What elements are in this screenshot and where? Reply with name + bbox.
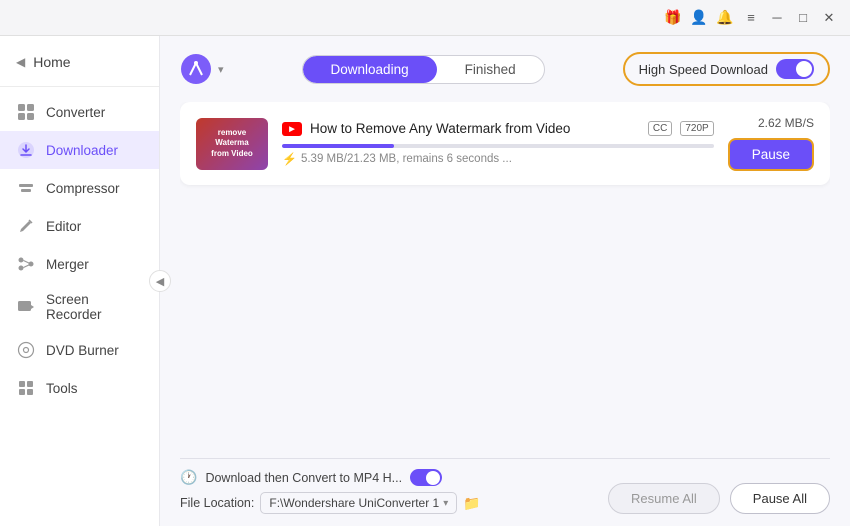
cc-badge: CC [648, 121, 672, 136]
dvd-burner-icon [16, 340, 36, 360]
sidebar-item-editor[interactable]: Editor [0, 207, 159, 245]
home-label: Home [33, 54, 70, 70]
thumbnail-text: removeWatermafrom Video [207, 124, 257, 163]
bell-icon[interactable]: 🔔 [716, 9, 734, 27]
progress-info: ⚡ 5.39 MB/21.23 MB, remains 6 seconds ..… [282, 152, 714, 166]
bottom-area: 🕐 Download then Convert to MP4 H... File… [180, 458, 830, 526]
convert-toggle[interactable] [410, 469, 442, 486]
thumbnail: removeWatermafrom Video [196, 118, 268, 170]
pause-button[interactable]: Pause [728, 138, 814, 171]
sidebar: ◀ Home Converter [0, 36, 160, 526]
youtube-badge-text: ▶ [289, 125, 294, 133]
download-speed: 2.62 MB/S [758, 116, 814, 130]
sidebar-item-downloader[interactable]: Downloader [0, 131, 159, 169]
download-info: ▶ How to Remove Any Watermark from Video… [282, 121, 714, 166]
sidebar-item-tools[interactable]: Tools [0, 369, 159, 407]
sidebar-item-converter[interactable]: Converter [0, 93, 159, 131]
resolution-badge: 720P [680, 121, 713, 136]
high-speed-toggle[interactable] [776, 59, 814, 79]
resume-all-button[interactable]: Resume All [608, 483, 720, 514]
file-location-label: File Location: [180, 496, 254, 510]
compressor-label: Compressor [46, 181, 120, 196]
table-row: removeWatermafrom Video ▶ How to Remove … [180, 102, 830, 185]
main-content: ▾ Downloading Finished High Speed Downlo… [160, 36, 850, 526]
download-title: How to Remove Any Watermark from Video [310, 121, 640, 136]
tools-label: Tools [46, 381, 78, 396]
mini-knob [426, 471, 440, 485]
compressor-icon [16, 178, 36, 198]
high-speed-label: High Speed Download [639, 62, 768, 77]
menu-icon[interactable]: ≡ [742, 9, 760, 27]
converter-icon [16, 102, 36, 122]
merger-label: Merger [46, 257, 89, 272]
convert-row: 🕐 Download then Convert to MP4 H... [180, 469, 608, 486]
folder-icon[interactable]: 📁 [463, 495, 480, 512]
gift-icon[interactable]: 🎁 [664, 9, 682, 27]
high-speed-area: High Speed Download [623, 52, 830, 86]
app-body: ◀ Home Converter [0, 36, 850, 526]
top-bar: ▾ Downloading Finished High Speed Downlo… [180, 52, 830, 86]
tab-switcher: Downloading Finished [302, 55, 545, 84]
sidebar-item-merger[interactable]: Merger [0, 245, 159, 283]
sidebar-collapse-button[interactable]: ◀ [149, 270, 171, 292]
logo-area: ▾ [180, 53, 224, 85]
editor-label: Editor [46, 219, 81, 234]
editor-icon [16, 216, 36, 236]
converter-label: Converter [46, 105, 105, 120]
user-icon[interactable]: 👤 [690, 9, 708, 27]
sidebar-divider [0, 86, 159, 87]
screen-recorder-label: Screen Recorder [46, 292, 143, 322]
logo-chevron-icon: ▾ [218, 63, 224, 76]
clock-icon: 🕐 [180, 469, 197, 486]
file-path-text: F:\Wondershare UniConverter 1 [269, 496, 439, 510]
file-location-row: File Location: F:\Wondershare UniConvert… [180, 492, 608, 514]
progress-text: 5.39 MB/21.23 MB, remains 6 seconds ... [301, 153, 512, 165]
youtube-badge: ▶ [282, 122, 302, 136]
tab-downloading[interactable]: Downloading [303, 56, 437, 83]
download-list: removeWatermafrom Video ▶ How to Remove … [180, 102, 830, 458]
minimize-icon[interactable]: ─ [768, 9, 786, 27]
path-chevron-icon: ▾ [443, 498, 448, 509]
sidebar-item-dvd-burner[interactable]: DVD Burner [0, 331, 159, 369]
tools-icon [16, 378, 36, 398]
toggle-knob [796, 61, 812, 77]
close-icon[interactable]: ✕ [820, 9, 838, 27]
progress-bar [282, 144, 714, 148]
convert-label: Download then Convert to MP4 H... [205, 471, 402, 485]
downloader-icon [16, 140, 36, 160]
tab-finished[interactable]: Finished [437, 56, 544, 83]
back-arrow-icon: ◀ [16, 55, 25, 69]
sidebar-item-home[interactable]: ◀ Home [0, 44, 159, 80]
app-logo-icon [180, 53, 212, 85]
downloader-label: Downloader [46, 143, 118, 158]
progress-fill [282, 144, 394, 148]
title-row: ▶ How to Remove Any Watermark from Video… [282, 121, 714, 136]
file-path-selector[interactable]: F:\Wondershare UniConverter 1 ▾ [260, 492, 457, 514]
bottom-left: 🕐 Download then Convert to MP4 H... File… [180, 469, 608, 514]
titlebar: 🎁 👤 🔔 ≡ ─ □ ✕ [0, 0, 850, 36]
sidebar-item-compressor[interactable]: Compressor [0, 169, 159, 207]
pause-all-button[interactable]: Pause All [730, 483, 830, 514]
dvd-burner-label: DVD Burner [46, 343, 119, 358]
merger-icon [16, 254, 36, 274]
bottom-actions: Resume All Pause All [608, 475, 830, 514]
screen-recorder-icon [16, 297, 36, 317]
lightning-icon: ⚡ [282, 152, 297, 166]
maximize-icon[interactable]: □ [794, 9, 812, 27]
sidebar-item-screen-recorder[interactable]: Screen Recorder [0, 283, 159, 331]
